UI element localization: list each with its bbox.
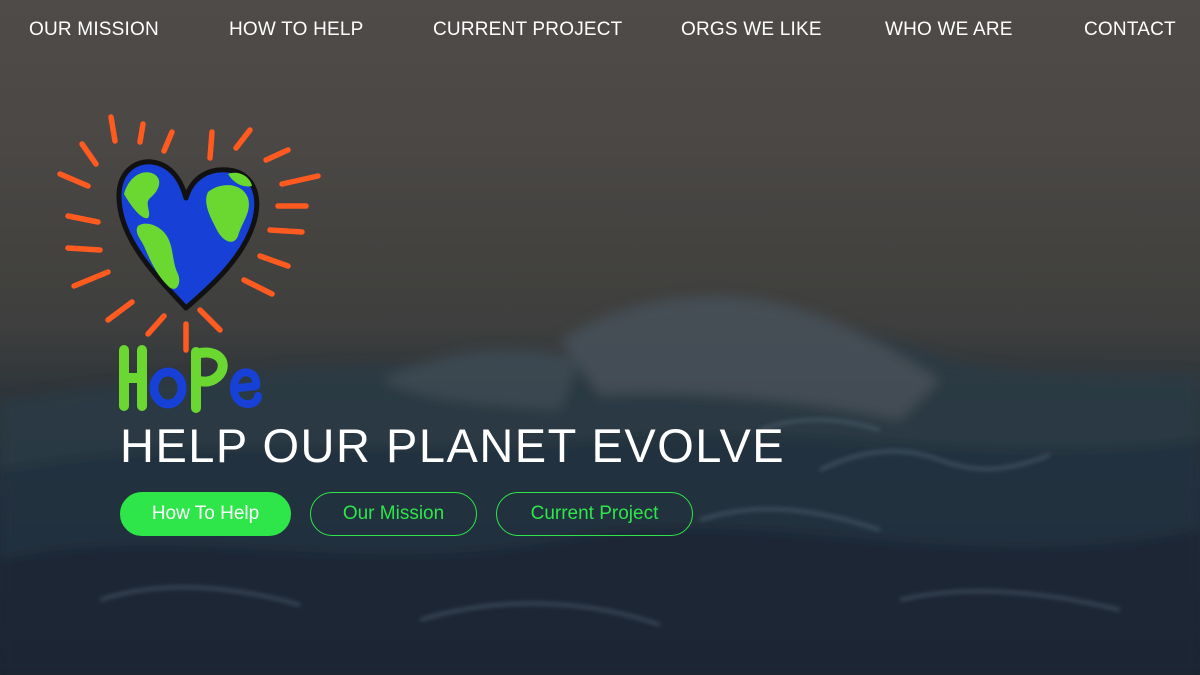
how-to-help-button[interactable]: How To Help: [120, 492, 291, 536]
hope-logo[interactable]: [52, 108, 324, 418]
nav-item-contact[interactable]: CONTACT: [1084, 19, 1176, 41]
hero-tagline: HELP OUR PLANET EVOLVE: [120, 419, 786, 472]
hero-section: OUR MISSION HOW TO HELP CURRENT PROJECT …: [0, 0, 1200, 675]
heart-earth-icon: [116, 159, 260, 311]
nav-item-who-we-are[interactable]: WHO WE ARE: [885, 19, 1013, 41]
current-project-button[interactable]: Current Project: [496, 492, 693, 536]
nav-item-orgs-we-like[interactable]: ORGS WE LIKE: [681, 19, 822, 41]
top-navigation: OUR MISSION HOW TO HELP CURRENT PROJECT …: [0, 0, 1200, 62]
our-mission-button[interactable]: Our Mission: [310, 492, 477, 536]
nav-item-our-mission[interactable]: OUR MISSION: [29, 19, 159, 41]
hope-wordmark: [119, 345, 262, 413]
nav-item-how-to-help[interactable]: HOW TO HELP: [229, 19, 364, 41]
nav-item-current-project[interactable]: CURRENT PROJECT: [433, 19, 623, 41]
